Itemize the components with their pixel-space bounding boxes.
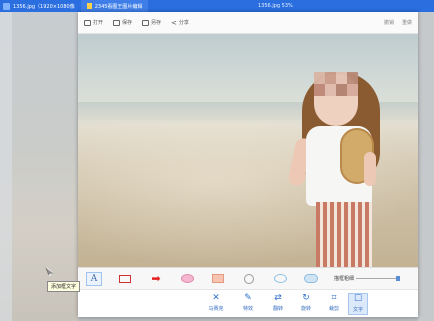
history-controls: 撤销 重做 — [384, 19, 418, 26]
mosaic-blur-lower — [314, 84, 358, 96]
speech-bubble-tool[interactable] — [272, 272, 288, 286]
tab-editor-label: 2345看图王图片编辑 — [94, 3, 143, 10]
filled-rectangle-icon — [212, 274, 224, 283]
text-button[interactable]: ☐ 文字 — [348, 293, 368, 315]
mosaic-icon: ✕ — [212, 293, 220, 303]
cloud-bubble-icon — [304, 274, 318, 283]
stroke-size-control: 描框粗细 — [334, 275, 401, 282]
image-editor-window: 打开 保存 另存 < 分享 撤销 重做 A ➡ 描框粗细 ✕ 马赛克 ✎ 特效 … — [78, 12, 418, 317]
person-skirt — [316, 202, 372, 267]
text-frame-icon: ☐ — [353, 294, 363, 304]
tab-image-1[interactable]: 1356.jpg（1920×1080像 — [13, 3, 81, 10]
crop-button[interactable]: ⌗ 裁剪 — [324, 293, 344, 312]
background-photo-left — [0, 12, 78, 321]
undo-button[interactable]: 撤销 — [384, 19, 394, 26]
ellipse-tool[interactable] — [179, 272, 195, 286]
magic-wand-icon: ✎ — [244, 293, 252, 303]
edit-toolbar: ✕ 马赛克 ✎ 特效 ⇄ 翻转 ↻ 旋转 ⌗ 裁剪 ☐ 文字 — [78, 289, 418, 317]
window-title: 1356.jpg 53% — [258, 3, 293, 9]
background-photo-right — [418, 12, 434, 321]
flip-button[interactable]: ⇄ 翻转 — [268, 293, 288, 312]
effects-label: 特效 — [242, 306, 253, 312]
outer-titlebar: 1356.jpg（1920×1080像 2345看图王图片编辑 1356.jpg… — [0, 0, 434, 12]
rotate-button[interactable]: ↻ 旋转 — [296, 293, 316, 312]
tab-editor[interactable]: 2345看图王图片编辑 — [80, 0, 149, 12]
text-label: 文字 — [352, 307, 363, 313]
stroke-size-label: 描框粗细 — [334, 276, 355, 282]
save-label: 保存 — [122, 20, 133, 26]
share-label: 分享 — [178, 20, 189, 26]
tooltip: 添加框文字 — [47, 281, 81, 292]
save-as-label: 另存 — [151, 20, 162, 26]
open-button[interactable]: 打开 — [84, 19, 103, 26]
save-icon — [113, 19, 121, 26]
speech-bubble-icon — [273, 274, 287, 283]
document-icon — [86, 3, 92, 9]
flip-icon: ⇄ — [274, 293, 282, 303]
ellipse-icon — [180, 274, 194, 283]
redo-button[interactable]: 重做 — [402, 19, 412, 26]
photo-canvas[interactable] — [78, 34, 418, 267]
effects-button[interactable]: ✎ 特效 — [238, 293, 258, 312]
text-a-icon: A — [90, 273, 98, 284]
mosaic-button[interactable]: ✕ 马赛克 — [206, 293, 226, 312]
viewer-toolbar: 打开 保存 另存 < 分享 撤销 重做 — [78, 12, 418, 34]
crop-icon: ⌗ — [331, 293, 337, 303]
rotate-icon: ↻ — [302, 293, 310, 303]
rotate-label: 旋转 — [300, 306, 311, 312]
cloud-bubble-tool[interactable] — [303, 272, 319, 286]
slider-knob[interactable] — [396, 276, 401, 281]
flip-label: 翻转 — [272, 306, 283, 312]
annotation-toolbar: A ➡ 描框粗细 — [78, 267, 418, 289]
stroke-size-slider[interactable] — [356, 276, 401, 281]
filled-rectangle-tool[interactable] — [210, 272, 226, 286]
circle-tool[interactable] — [241, 272, 257, 286]
arrow-tool[interactable]: ➡ — [148, 272, 164, 286]
app-logo-icon — [3, 2, 10, 10]
mosaic-label: 马赛克 — [208, 306, 224, 312]
folder-icon — [84, 19, 91, 26]
open-label: 打开 — [93, 20, 104, 26]
save-button[interactable]: 保存 — [113, 19, 132, 26]
rectangle-icon — [119, 274, 131, 283]
tab-image-1-label: 1356.jpg（1920×1080像 — [13, 3, 75, 10]
text-box-tool[interactable]: A — [86, 271, 102, 286]
arrow-icon: ➡ — [151, 271, 161, 285]
crop-label: 裁剪 — [328, 306, 339, 312]
share-button[interactable]: < 分享 — [171, 19, 189, 26]
rectangle-tool[interactable] — [117, 272, 133, 286]
circle-icon — [244, 273, 254, 284]
share-icon: < — [171, 18, 177, 27]
save-as-button[interactable]: 另存 — [142, 19, 161, 26]
save-as-icon — [142, 19, 150, 26]
